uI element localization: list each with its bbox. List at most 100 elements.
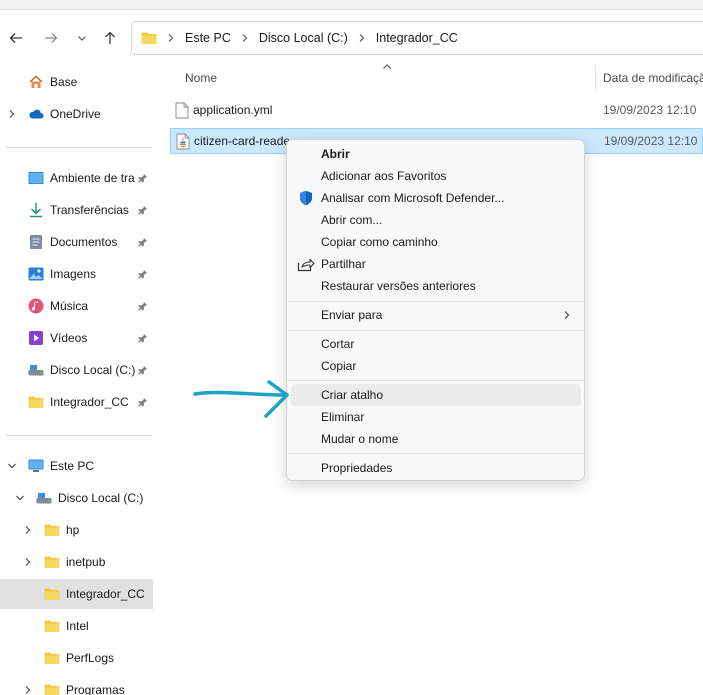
- menu-item-delete[interactable]: Eliminar: [291, 406, 581, 428]
- breadcrumb-integrador-cc[interactable]: Integrador_CC: [376, 31, 458, 45]
- menu-item-label: Copiar: [321, 359, 357, 373]
- menu-item-label: Analisar com Microsoft Defender...: [321, 191, 505, 205]
- generic-file-icon: [175, 102, 189, 118]
- tree-item-intel[interactable]: Intel: [0, 611, 153, 641]
- tree-item-inetpub[interactable]: inetpub: [0, 547, 153, 577]
- breadcrumb-este-pc[interactable]: Este PC: [185, 31, 231, 45]
- sidebar-item-label: Base: [50, 75, 78, 89]
- up-button[interactable]: [100, 28, 120, 48]
- pin-icon[interactable]: [137, 332, 149, 344]
- sidebar-item-documents[interactable]: Documentos: [0, 227, 153, 257]
- folder-icon: [141, 32, 157, 44]
- pin-icon[interactable]: [137, 236, 149, 248]
- tree-item-integrador-cc[interactable]: Integrador_CC: [0, 579, 153, 609]
- pin-icon[interactable]: [137, 172, 149, 184]
- sidebar-item-videos[interactable]: Vídeos: [0, 323, 153, 353]
- folder-icon: [44, 618, 60, 634]
- cloud-icon: [28, 106, 44, 122]
- sidebar-item-music[interactable]: Música: [0, 291, 153, 321]
- menu-item-properties[interactable]: Propriedades: [291, 457, 581, 479]
- window-top-strip: [0, 0, 703, 10]
- image-icon: [28, 266, 44, 282]
- menu-item-add-favorites[interactable]: Adicionar aos Favoritos: [291, 165, 581, 187]
- tree-item-hp[interactable]: hp: [0, 515, 153, 545]
- chevron-right-icon[interactable]: [21, 555, 35, 569]
- pin-icon[interactable]: [137, 300, 149, 312]
- menu-item-label: Enviar para: [321, 308, 383, 322]
- forward-button[interactable]: [41, 28, 61, 48]
- menu-item-restore-versions[interactable]: Restaurar versões anteriores: [291, 275, 581, 297]
- folder-icon: [28, 394, 44, 410]
- pin-icon[interactable]: [137, 396, 149, 408]
- monitor-icon: [28, 458, 44, 474]
- sidebar-item-base[interactable]: Base: [0, 67, 153, 97]
- pin-icon[interactable]: [137, 204, 149, 216]
- file-row[interactable]: application.yml 19/09/2023 12:10: [170, 97, 703, 123]
- sidebar-item-images[interactable]: Imagens: [0, 259, 153, 289]
- chevron-right-icon[interactable]: [21, 683, 35, 695]
- sidebar-item-local-disk[interactable]: Disco Local (C:): [0, 355, 153, 385]
- sidebar-item-onedrive[interactable]: OneDrive: [0, 99, 153, 129]
- tree-item-label: Intel: [66, 619, 89, 633]
- folder-icon: [44, 522, 60, 538]
- menu-item-label: Mudar o nome: [321, 432, 399, 446]
- sidebar-item-desktop[interactable]: Ambiente de tra: [0, 163, 153, 193]
- tree-item-disco-local[interactable]: Disco Local (C:): [0, 483, 153, 513]
- sidebar-item-label: Documentos: [50, 235, 118, 249]
- folder-icon: [44, 586, 60, 602]
- menu-item-label: Eliminar: [321, 410, 365, 424]
- recent-dropdown-button[interactable]: [72, 28, 92, 48]
- file-list-header: Nome Data de modificaçã: [170, 62, 703, 94]
- sidebar-item-label: Vídeos: [50, 331, 88, 345]
- column-divider[interactable]: [595, 66, 596, 92]
- tree-item-programas[interactable]: Programas: [0, 675, 153, 695]
- menu-item-copy[interactable]: Copiar: [291, 355, 581, 377]
- share-icon: [297, 255, 315, 273]
- file-date-modified: 19/09/2023 12:10: [604, 134, 698, 148]
- breadcrumb-disco-local[interactable]: Disco Local (C:): [259, 31, 348, 45]
- tree-item-label: PerfLogs: [66, 651, 115, 665]
- menu-item-label: Propriedades: [321, 461, 393, 475]
- pin-icon[interactable]: [137, 364, 149, 376]
- menu-item-label: Abrir com...: [321, 213, 383, 227]
- menu-item-copy-as-path[interactable]: Copiar como caminho: [291, 231, 581, 253]
- chevron-down-icon[interactable]: [13, 491, 27, 505]
- sidebar-item-integrador-cc[interactable]: Integrador_CC: [0, 387, 153, 417]
- chevron-right-icon: [167, 33, 175, 43]
- drive-icon: [28, 362, 44, 378]
- tree-item-este-pc[interactable]: Este PC: [0, 451, 153, 481]
- menu-item-label: Copiar como caminho: [321, 235, 438, 249]
- menu-item-create-shortcut[interactable]: Criar atalho: [291, 384, 581, 406]
- back-button[interactable]: [6, 28, 26, 48]
- menu-item-cut[interactable]: Cortar: [291, 333, 581, 355]
- menu-item-scan-defender[interactable]: Analisar com Microsoft Defender...: [291, 187, 581, 209]
- menu-item-open-with[interactable]: Abrir com...: [291, 209, 581, 231]
- address-bar[interactable]: Este PC Disco Local (C:) Integrador_CC: [131, 21, 703, 55]
- menu-separator: [287, 453, 584, 454]
- tree-item-label: inetpub: [66, 555, 106, 569]
- navigation-pane: Base OneDrive Ambiente de tra Transferên…: [0, 60, 153, 695]
- menu-item-label: Partilhar: [321, 257, 366, 271]
- tree-item-label: hp: [66, 523, 80, 537]
- menu-separator: [287, 330, 584, 331]
- tree-item-label: Integrador_CC: [66, 587, 145, 601]
- chevron-down-icon[interactable]: [5, 459, 19, 473]
- menu-item-open[interactable]: Abrir: [291, 143, 581, 165]
- menu-item-rename[interactable]: Mudar o nome: [291, 428, 581, 450]
- menu-item-send-to[interactable]: Enviar para: [291, 304, 581, 326]
- menu-item-label: Restaurar versões anteriores: [321, 279, 476, 293]
- music-icon: [28, 298, 44, 314]
- column-header-name[interactable]: Nome: [185, 71, 217, 85]
- sidebar-item-downloads[interactable]: Transferências: [0, 195, 153, 225]
- chevron-right-icon: [358, 33, 366, 43]
- chevron-right-icon[interactable]: [21, 523, 35, 537]
- chevron-right-icon[interactable]: [5, 107, 19, 121]
- pin-icon[interactable]: [137, 268, 149, 280]
- tree-item-label: Disco Local (C:): [58, 491, 144, 505]
- tree-item-perflogs[interactable]: PerfLogs: [0, 643, 153, 673]
- sidebar-divider: [5, 435, 152, 436]
- menu-item-share[interactable]: Partilhar: [291, 253, 581, 275]
- column-header-date-modified[interactable]: Data de modificaçã: [603, 71, 703, 85]
- sidebar-item-label: Integrador_CC: [50, 395, 129, 409]
- menu-separator: [287, 380, 584, 381]
